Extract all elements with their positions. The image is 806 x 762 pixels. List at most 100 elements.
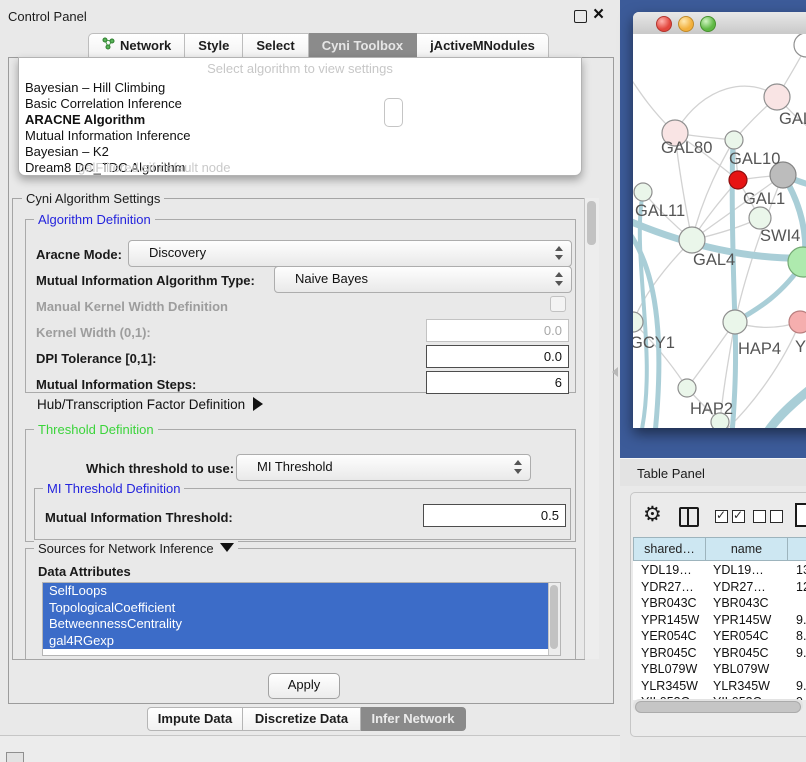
table-row[interactable]: YDR27… YDR27… 12 (633, 579, 806, 596)
table-cell-shared[interactable]: YBL079W (641, 661, 697, 678)
tab-cyni-toolbox[interactable]: Cyni Toolbox (309, 33, 417, 58)
table-cell-v[interactable]: 12 (796, 579, 806, 596)
columns-icon[interactable] (679, 507, 699, 527)
settings-viewport: Algorithm Definition Aracne Mode: Discov… (12, 198, 585, 660)
gear-icon[interactable]: ⚙ (643, 504, 662, 525)
node-gal4[interactable] (679, 227, 705, 253)
list-scrollbar[interactable] (548, 583, 560, 655)
list-item-betweennesscentrality[interactable]: BetweennessCentrality (43, 616, 560, 633)
apply-button[interactable]: Apply (268, 673, 340, 699)
table-cell-name[interactable]: YBL079W (713, 661, 769, 678)
close-traffic-light-icon[interactable] (656, 16, 672, 32)
node-hap4[interactable] (723, 310, 747, 334)
table-cell-name[interactable]: YDL19… (713, 562, 764, 579)
column-header-name[interactable]: name (705, 537, 788, 561)
minimize-traffic-light-icon[interactable] (678, 16, 694, 32)
tab-style[interactable]: Style (185, 33, 243, 58)
node[interactable] (634, 183, 652, 201)
dpi-tolerance-field[interactable]: 0.0 (426, 345, 569, 368)
table-hscrollbar-thumb[interactable] (635, 701, 801, 713)
table-cell-shared[interactable]: YBR045C (641, 645, 697, 662)
network-window-titlebar[interactable] (633, 12, 806, 35)
mi-threshold-field[interactable]: 0.5 (423, 504, 566, 527)
cyni-bottom-tabbar: Impute Data Discretize Data Infer Networ… (147, 707, 466, 731)
table-cell-shared[interactable]: YLR345W (641, 678, 698, 695)
unchecked-box-icon[interactable] (770, 510, 783, 523)
zoom-traffic-light-icon[interactable] (700, 16, 716, 32)
stepper-icon (513, 459, 522, 475)
list-item-selfloops[interactable]: SelfLoops (43, 583, 560, 600)
table-cell-v[interactable]: 9. (796, 612, 806, 629)
dropdown-item-basic-correlation[interactable]: Basic Correlation Inference (25, 96, 182, 112)
aracne-mode-combo[interactable]: Discovery (128, 240, 572, 267)
kernel-width-label: Kernel Width (0,1): (36, 325, 151, 340)
table-cell-name[interactable]: YER054C (713, 628, 769, 645)
table-cell-v[interactable]: 13 (796, 562, 806, 579)
node[interactable] (764, 84, 790, 110)
checked-box-icon[interactable] (715, 510, 728, 523)
node-gcy1[interactable] (633, 312, 643, 332)
tab-select[interactable]: Select (243, 33, 308, 58)
table-cell-shared[interactable]: YBR043C (641, 595, 697, 612)
table-row[interactable]: YER054C YER054C 8. (633, 628, 806, 645)
column-header-clipped[interactable] (787, 537, 806, 561)
table-panel: ⚙ shared… name YDL19…YDL19…13YDR27…YDR27… (630, 492, 806, 737)
table-cell-shared[interactable]: YER054C (641, 628, 697, 645)
table-cell-name[interactable]: YBR045C (713, 645, 769, 662)
which-threshold-combo[interactable]: MI Threshold (236, 454, 531, 481)
table-cell-name[interactable]: YLR345W (713, 678, 770, 695)
table-cell-name[interactable]: YBR043C (713, 595, 769, 612)
dropdown-item-bayesian-hill[interactable]: Bayesian – Hill Climbing (25, 80, 165, 96)
node[interactable] (789, 311, 806, 333)
table-row[interactable]: YBL079W YBL079W (633, 661, 806, 678)
dropdown-item-bayesian-k2[interactable]: Bayesian – K2 (25, 144, 109, 160)
table-cell-v[interactable]: 9. (796, 678, 806, 695)
table-row[interactable]: YDL19… YDL19… 13 (633, 562, 806, 579)
sources-title[interactable]: Sources for Network Inference (34, 541, 238, 556)
stepper-icon (554, 245, 563, 261)
tab-jactivemnodules[interactable]: jActiveMNodules (417, 33, 549, 58)
algorithm-definition-title: Algorithm Definition (34, 212, 155, 227)
hub-definition-toggle[interactable]: Hub/Transcription Factor Definition (37, 397, 263, 412)
table-cell-shared[interactable]: YDR27… (641, 579, 694, 596)
document-icon[interactable] (795, 503, 806, 527)
network-canvas[interactable]: GAL GAL80 GAL10 GAL11 GAL1 GAL4 SWI4 GCY… (633, 34, 806, 428)
tab-infer-network[interactable]: Infer Network (361, 707, 466, 731)
checked-box-icon[interactable] (732, 510, 745, 523)
table-row[interactable]: YBR043C YBR043C (633, 595, 806, 612)
table-row[interactable]: YLR345W YLR345W 9. (633, 678, 806, 695)
mi-steps-field[interactable]: 6 (426, 371, 569, 394)
column-header-shared-name[interactable]: shared… (633, 537, 706, 561)
tab-network[interactable]: Network (88, 33, 185, 58)
minimized-panel-icon[interactable] (6, 752, 24, 762)
table-cell-name[interactable]: YPR145W (713, 612, 771, 629)
panel-splitter-handle[interactable] (612, 367, 618, 377)
table-row[interactable]: YBR045C YBR045C 9. (633, 645, 806, 662)
float-window-icon[interactable] (574, 10, 587, 23)
tab-impute-data[interactable]: Impute Data (147, 707, 243, 731)
table-hscrollbar[interactable] (633, 699, 803, 712)
node-selected-red[interactable] (729, 171, 747, 189)
field-corner-fragment (384, 98, 403, 127)
close-icon[interactable]: × (593, 2, 604, 28)
node[interactable] (794, 34, 806, 57)
dropdown-item-mutual-information[interactable]: Mutual Information Inference (25, 128, 190, 144)
unchecked-box-icon[interactable] (753, 510, 766, 523)
node-gal1[interactable] (749, 207, 771, 229)
table-cell-shared[interactable]: YPR145W (641, 612, 699, 629)
table-row[interactable]: YPR145W YPR145W 9. (633, 612, 806, 629)
table-cell-shared[interactable]: YDL19… (641, 562, 692, 579)
list-item-gal4rgexp[interactable]: gal4RGexp (43, 633, 560, 650)
settings-scrollbar[interactable] (584, 198, 599, 659)
node[interactable] (725, 131, 743, 149)
mi-type-combo[interactable]: Naive Bayes (274, 266, 572, 293)
table-cell-v[interactable]: 8. (796, 628, 806, 645)
network-tab-icon (102, 34, 115, 57)
dropdown-item-aracne[interactable]: ARACNE Algorithm (25, 112, 145, 128)
node-swi4[interactable] (788, 247, 806, 277)
list-item-topologicalcoefficient[interactable]: TopologicalCoefficient (43, 600, 560, 617)
node-hap2[interactable] (678, 379, 696, 397)
table-cell-name[interactable]: YDR27… (713, 579, 766, 596)
tab-discretize-data[interactable]: Discretize Data (243, 707, 361, 731)
table-cell-v[interactable]: 9. (796, 645, 806, 662)
